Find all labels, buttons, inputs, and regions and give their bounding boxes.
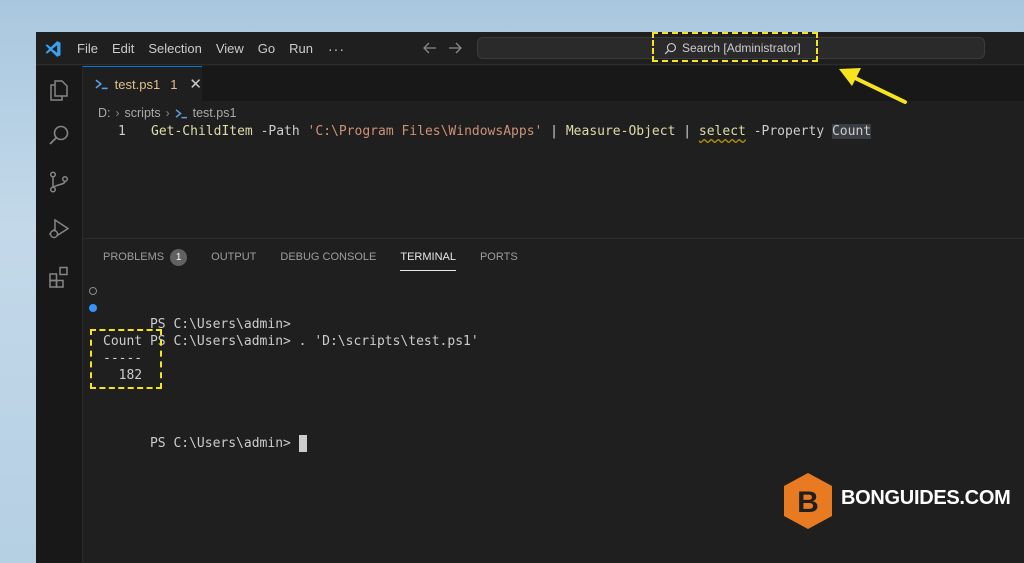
tab-debug-console[interactable]: DEBUG CONSOLE	[280, 247, 376, 267]
terminal-cursor	[298, 435, 307, 452]
tab-label: test.ps1	[114, 76, 161, 92]
vscode-logo-icon	[45, 41, 61, 57]
tab-test-ps1[interactable]: test.ps1 1 ✕	[83, 66, 202, 101]
tab-problem-count: 1	[170, 76, 178, 92]
powershell-file-icon	[95, 79, 108, 90]
tab-output[interactable]: OUTPUT	[211, 247, 256, 267]
token-count: Count	[831, 124, 872, 139]
search-sidebar-icon[interactable]	[47, 123, 71, 147]
menu-run[interactable]: Run	[282, 32, 320, 65]
token-param: -Property	[745, 124, 832, 139]
search-highlight-box	[652, 32, 818, 62]
code-text[interactable]: Get-ChildItem -Path 'C:\Program Files\Wi…	[151, 122, 872, 142]
annotation-arrow-icon	[839, 68, 907, 104]
menu-selection[interactable]: Selection	[141, 32, 208, 65]
token-cmdlet: Get-ChildItem	[151, 124, 253, 139]
breadcrumb-drive[interactable]: D:	[98, 106, 111, 120]
extensions-icon[interactable]	[47, 264, 71, 288]
token-param: -Path	[252, 124, 308, 139]
terminal-text: PS C:\Users\admin> . 'D:\scripts\test.ps…	[149, 334, 479, 349]
chevron-right-icon: ›	[165, 106, 170, 120]
menu-edit[interactable]: Edit	[105, 32, 141, 65]
back-arrow-icon[interactable]	[422, 39, 438, 57]
powershell-file-icon	[175, 108, 187, 118]
token-select: select	[698, 124, 746, 139]
vscode-window: File Edit Selection View Go Run ··· Sear…	[36, 32, 1024, 563]
breadcrumb-folder[interactable]: scripts	[125, 106, 161, 120]
editor-line-1[interactable]: 1 Get-ChildItem -Path 'C:\Program Files\…	[83, 122, 1024, 142]
chevron-right-icon: ›	[115, 106, 120, 120]
watermark-text: BONGUIDES.COM	[841, 487, 1011, 509]
panel-tabs: PROBLEMS 1 OUTPUT DEBUG CONSOLE TERMINAL …	[103, 247, 542, 271]
run-debug-icon[interactable]	[47, 217, 71, 241]
tab-terminal[interactable]: TERMINAL	[400, 247, 456, 271]
problems-badge: 1	[170, 248, 188, 266]
activity-bar	[36, 66, 83, 563]
token-pipe: |	[542, 124, 566, 139]
close-icon[interactable]: ✕	[189, 75, 202, 93]
svg-text:B: B	[797, 486, 819, 519]
token-cmdlet: Measure-Object	[565, 124, 676, 139]
menu-go[interactable]: Go	[251, 32, 282, 65]
command-decoration-icon[interactable]	[89, 304, 97, 312]
tab-problems-label: PROBLEMS	[103, 251, 165, 263]
panel-divider[interactable]	[83, 238, 1024, 239]
breadcrumb: D: › scripts › test.ps1	[98, 103, 236, 123]
bonguides-logo-icon: B	[784, 473, 832, 529]
menu-view[interactable]: View	[209, 32, 251, 65]
menu-more-icon[interactable]: ···	[320, 41, 353, 57]
menu-bar: File Edit Selection View Go Run ···	[70, 32, 353, 65]
breadcrumb-file[interactable]: test.ps1	[193, 106, 237, 120]
token-string: 'C:\Program Files\WindowsApps'	[307, 124, 543, 139]
explorer-icon[interactable]	[47, 78, 71, 102]
forward-arrow-icon[interactable]	[447, 39, 463, 57]
source-control-icon[interactable]	[47, 170, 71, 194]
line-number: 1	[118, 124, 126, 139]
terminal-text: PS C:\Users\admin>	[149, 436, 299, 451]
count-highlight-box	[90, 329, 162, 389]
tab-problems[interactable]: PROBLEMS 1	[103, 247, 188, 267]
terminal-prompt: PS C:\Users\admin>	[103, 418, 307, 469]
title-bar: File Edit Selection View Go Run ··· Sear…	[36, 32, 1024, 65]
menu-file[interactable]: File	[70, 32, 105, 65]
tab-ports[interactable]: PORTS	[480, 247, 518, 267]
command-decoration-icon[interactable]	[89, 287, 97, 295]
token-pipe: |	[675, 124, 699, 139]
